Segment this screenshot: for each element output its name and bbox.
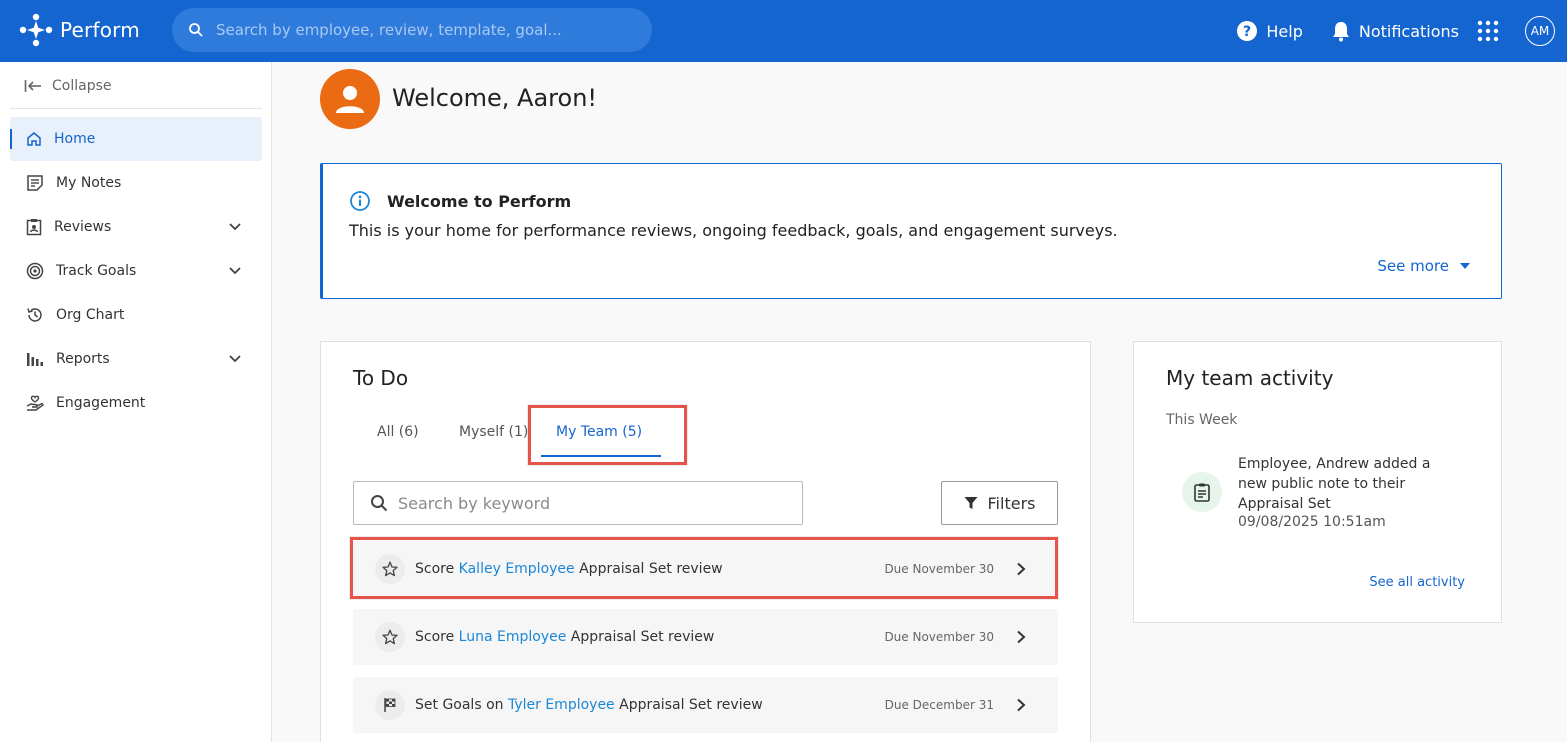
- info-title: Welcome to Perform: [387, 191, 572, 211]
- todo-item-text: Set Goals on Tyler Employee Appraisal Se…: [415, 697, 763, 713]
- flag-icon: [384, 698, 396, 712]
- help-label: Help: [1266, 21, 1303, 41]
- notes-icon: [27, 175, 43, 191]
- top-bar: Perform ? Help Notifications: [0, 0, 1567, 62]
- todo-item-icon-wrap: [375, 622, 405, 652]
- sidebar-item-label: Home: [54, 131, 96, 147]
- sidebar-item-reviews[interactable]: Reviews: [10, 205, 262, 249]
- chevron-down-icon[interactable]: [228, 264, 242, 278]
- sidebar-item-engagement[interactable]: Engagement: [10, 381, 262, 425]
- sidebar-item-label: Org Chart: [56, 307, 125, 323]
- app-logo[interactable]: Perform: [16, 12, 140, 48]
- reviews-icon: [26, 219, 42, 236]
- info-body: This is your home for performance review…: [349, 221, 1118, 240]
- todo-item[interactable]: Set Goals on Tyler Employee Appraisal Se…: [353, 677, 1058, 733]
- svg-text:?: ?: [1243, 24, 1251, 40]
- help-icon: ?: [1237, 21, 1258, 41]
- home-icon: [27, 132, 41, 146]
- filters-label: Filters: [987, 493, 1036, 513]
- todo-item-icon-wrap: [375, 690, 405, 720]
- todo-card: To Do All (6) Myself (1) My Team (5) Fil…: [320, 341, 1091, 742]
- sidebar-item-label: My Notes: [56, 175, 122, 191]
- notifications-label: Notifications: [1358, 21, 1459, 41]
- sidebar-item-track-goals[interactable]: Track Goals: [10, 249, 262, 293]
- sidebar-item-label: Reports: [56, 351, 110, 367]
- todo-item-subject: Appraisal Set review: [570, 629, 715, 645]
- highlight-box-item: [350, 537, 1058, 599]
- perform-logo-icon: [19, 13, 53, 47]
- clipboard-icon: [1194, 483, 1210, 502]
- chevron-down-icon[interactable]: [228, 352, 242, 366]
- tab-all[interactable]: All (6): [377, 424, 419, 440]
- sidebar-item-label: Engagement: [56, 395, 146, 411]
- chevron-down-icon[interactable]: [228, 220, 242, 234]
- highlight-box-tab: [528, 405, 687, 465]
- target-icon: [26, 262, 44, 280]
- team-activity-card: My team activity This Week Employee, And…: [1133, 341, 1502, 623]
- todo-item-due: Due December 31: [884, 698, 994, 712]
- bell-icon: [1332, 22, 1349, 42]
- sidebar-item-label: Track Goals: [56, 263, 137, 279]
- todo-item[interactable]: Score Luna Employee Appraisal Set review…: [353, 609, 1058, 665]
- sidebar-item-my-notes[interactable]: My Notes: [10, 161, 262, 205]
- info-icon: [350, 191, 370, 211]
- chevron-right-icon: [1017, 698, 1026, 712]
- tab-myself[interactable]: Myself (1): [459, 424, 528, 440]
- todo-item-action: Set Goals on: [415, 697, 504, 713]
- welcome-info-banner: Welcome to Perform This is your home for…: [320, 163, 1502, 299]
- sidebar-item-reports[interactable]: Reports: [10, 337, 262, 381]
- filter-icon: [964, 497, 978, 509]
- star-icon: [382, 629, 398, 645]
- collapse-arrow-icon: [24, 80, 41, 92]
- todo-title: To Do: [353, 366, 409, 390]
- caret-down-icon: [1460, 263, 1470, 269]
- todo-item-text: Score Luna Employee Appraisal Set review: [415, 629, 714, 645]
- sidebar-item-org-chart[interactable]: Org Chart: [10, 293, 262, 337]
- todo-item-due: Due November 30: [884, 630, 994, 644]
- keyword-search-input[interactable]: [398, 493, 798, 513]
- user-avatar[interactable]: AM: [1525, 16, 1555, 46]
- search-icon: [371, 495, 388, 512]
- see-more-button[interactable]: See more: [1377, 257, 1471, 275]
- see-all-activity-link[interactable]: See all activity: [1369, 575, 1465, 590]
- global-search[interactable]: [172, 8, 652, 52]
- employee-link[interactable]: Tyler Employee: [508, 697, 615, 713]
- sidebar-nav: Home My Notes Reviews Track Goals Org Ch…: [10, 117, 262, 425]
- activity-period: This Week: [1166, 412, 1238, 428]
- activity-entry-text: Employee, Andrew added a new public note…: [1238, 456, 1431, 512]
- keyword-search[interactable]: [353, 481, 803, 525]
- employee-link[interactable]: Luna Employee: [459, 629, 567, 645]
- sidebar: Collapse Home My Notes Reviews Track Goa…: [0, 62, 272, 742]
- activity-title: My team activity: [1166, 366, 1334, 390]
- welcome-title: Welcome, Aaron!: [392, 84, 598, 112]
- engagement-icon: [26, 395, 44, 411]
- collapse-label: Collapse: [52, 78, 112, 94]
- todo-item-subject: Appraisal Set review: [619, 697, 763, 713]
- sidebar-item-home[interactable]: Home: [10, 117, 262, 161]
- history-icon: [27, 308, 42, 322]
- see-more-label: See more: [1377, 257, 1449, 275]
- sidebar-divider: [10, 108, 262, 109]
- welcome-avatar: [320, 69, 380, 129]
- notifications-button[interactable]: Notifications: [1331, 20, 1459, 42]
- chevron-right-icon: [1017, 630, 1026, 644]
- collapse-button[interactable]: Collapse: [24, 76, 112, 96]
- activity-icon-wrap: [1182, 472, 1222, 512]
- activity-entry-time: 09/08/2025 10:51am: [1238, 514, 1386, 530]
- global-search-input[interactable]: [216, 21, 636, 39]
- app-name: Perform: [60, 18, 140, 42]
- filters-button[interactable]: Filters: [941, 481, 1058, 525]
- todo-item-action: Score: [415, 629, 455, 645]
- search-icon: [189, 23, 203, 37]
- person-icon: [336, 86, 364, 113]
- apps-menu-button[interactable]: [1477, 20, 1507, 42]
- bar-chart-icon: [27, 353, 43, 366]
- grid-icon: [1477, 20, 1499, 42]
- help-button[interactable]: ? Help: [1236, 20, 1303, 42]
- sidebar-item-label: Reviews: [54, 219, 112, 235]
